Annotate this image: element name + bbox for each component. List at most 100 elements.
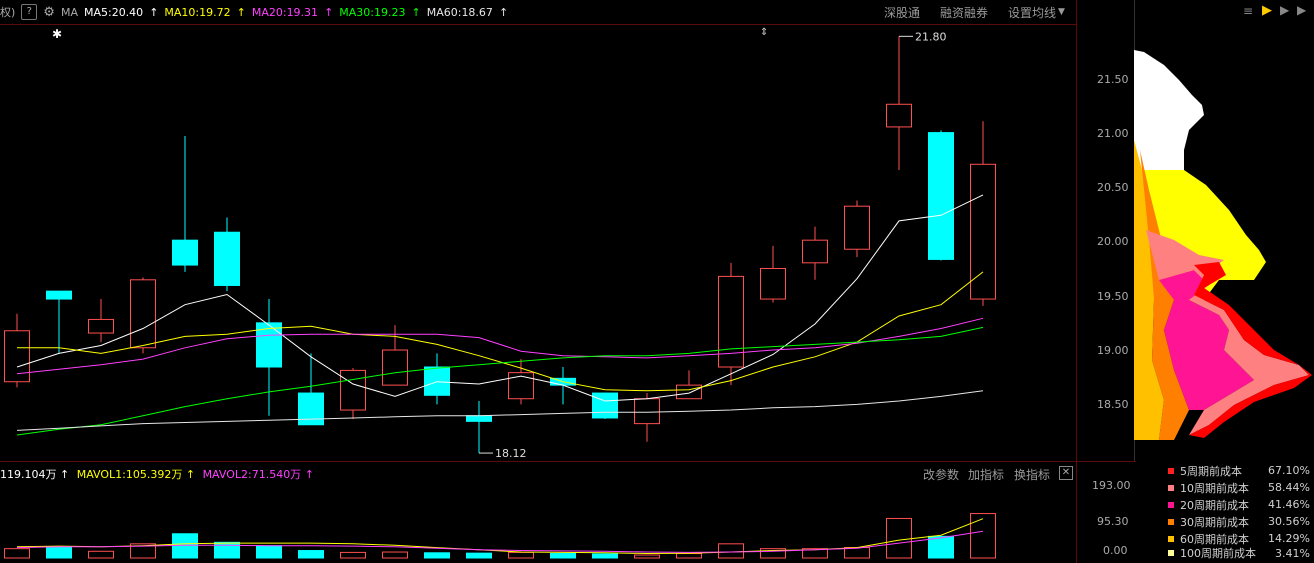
price-tick: 19.00 [1097, 344, 1129, 357]
volume-tick: 193.00 [1092, 479, 1131, 492]
candle[interactable] [718, 262, 744, 386]
volume-bar [970, 513, 996, 559]
volume-bar [550, 553, 576, 559]
play-active-icon[interactable]: ▶ [1262, 3, 1272, 18]
candle-body [298, 392, 324, 426]
volume-chart [4, 513, 996, 559]
candle[interactable] [802, 226, 828, 280]
legend-row: 100周期前成本 3.41% [1168, 547, 1314, 559]
candle[interactable] [88, 299, 114, 343]
legend-swatch [1168, 535, 1174, 542]
candle[interactable] [172, 135, 198, 272]
price-tick: 18.50 [1097, 398, 1129, 411]
candle-body [424, 366, 450, 396]
volume-bar [928, 535, 954, 559]
candle-body [382, 349, 408, 386]
legend-value: 30.56% [1268, 515, 1310, 528]
candle-body [592, 392, 618, 419]
candle[interactable] [46, 290, 72, 354]
legend-label: 20周期前成本 [1180, 498, 1249, 512]
volume-tick: 95.30 [1097, 515, 1129, 528]
candle[interactable] [214, 217, 240, 292]
candle-body [844, 205, 870, 250]
legend-swatch [1168, 501, 1174, 508]
candle[interactable] [424, 353, 450, 405]
candle-body [886, 103, 912, 128]
candle[interactable] [466, 400, 492, 454]
double-play-icon[interactable]: ▶ [1297, 3, 1306, 17]
candle-body [760, 267, 786, 300]
candle-body [634, 398, 660, 425]
candle-body [88, 318, 114, 334]
candle[interactable] [634, 393, 660, 442]
candle-body [676, 384, 702, 400]
candle[interactable] [550, 367, 576, 405]
legend-label: 10周期前成本 [1180, 481, 1249, 495]
volume-bar [718, 543, 744, 559]
legend-value: 41.46% [1268, 498, 1310, 511]
volume-bar [676, 553, 702, 559]
volume-bar [886, 517, 912, 559]
candle-body [4, 330, 30, 383]
volume-bar [424, 552, 450, 559]
candle[interactable] [928, 130, 954, 261]
legend-row: 20周期前成本 41.46% [1168, 496, 1314, 513]
play-icon[interactable]: ▶ [1280, 3, 1289, 17]
legend-value: 67.10% [1268, 464, 1310, 477]
mavol2-line [16, 530, 984, 553]
cost-legend: 5周期前成本 67.10% 10周期前成本 58.44% 20周期前成本 41.… [1168, 462, 1314, 559]
candle-body [214, 231, 240, 286]
low-price-label: 18.12 [495, 447, 527, 460]
volume-bar [592, 553, 618, 559]
list-icon[interactable]: ≡ [1243, 4, 1253, 18]
candle[interactable] [4, 313, 30, 388]
mavol1-line [16, 518, 984, 555]
candle[interactable] [844, 200, 870, 258]
candle-body [130, 279, 156, 349]
legend-value: 14.29% [1268, 532, 1310, 545]
candle[interactable] [592, 392, 618, 420]
candle[interactable] [298, 353, 324, 426]
volume-bar [844, 547, 870, 559]
legend-swatch [1168, 484, 1174, 491]
volume-bar [508, 551, 534, 559]
candle-body [46, 290, 72, 300]
legend-label: 100周期前成本 [1180, 547, 1256, 559]
candle-body [928, 132, 954, 260]
legend-value: 3.41% [1275, 547, 1310, 559]
legend-swatch [1168, 467, 1174, 474]
volume-bar [382, 551, 408, 559]
legend-row: 10周期前成本 58.44% [1168, 479, 1314, 496]
price-axis-divider [1076, 0, 1077, 563]
candle[interactable] [340, 368, 366, 420]
volume-bar [298, 550, 324, 559]
candle[interactable] [760, 245, 786, 303]
candle-body [172, 239, 198, 266]
volume-bar [214, 541, 240, 559]
stock-kline-window: 权) ? ⚙ MA MA5:20.40 ↑ MA10:19.72 ↑ MA20:… [0, 0, 1314, 563]
legend-value: 58.44% [1268, 481, 1310, 494]
legend-row: 30周期前成本 30.56% [1168, 513, 1314, 530]
legend-label: 5周期前成本 [1180, 464, 1242, 478]
candle[interactable] [256, 299, 282, 416]
price-tick: 20.00 [1097, 235, 1129, 248]
volume-bar [46, 546, 72, 559]
ma10-line [17, 271, 984, 392]
candle[interactable] [886, 36, 912, 170]
cost-distribution-chart [1134, 50, 1312, 440]
volume-bar [4, 548, 30, 559]
legend-swatch [1168, 518, 1174, 525]
legend-row: 5周期前成本 67.10% [1168, 462, 1314, 479]
price-tick: 20.50 [1097, 181, 1129, 194]
candle-body [802, 239, 828, 264]
ma5-line [16, 194, 984, 402]
high-price-label: 21.80 [915, 30, 947, 43]
legend-row: 60周期前成本 14.29% [1168, 530, 1314, 547]
candle-body [466, 415, 492, 422]
legend-label: 30周期前成本 [1180, 515, 1249, 529]
price-tick: 19.50 [1097, 290, 1129, 303]
candle[interactable] [130, 277, 156, 354]
volume-tick: 0.00 [1103, 544, 1128, 557]
candlestick-chart[interactable]: 21.80 18.12 [0, 0, 1076, 461]
candle-body [340, 369, 366, 411]
